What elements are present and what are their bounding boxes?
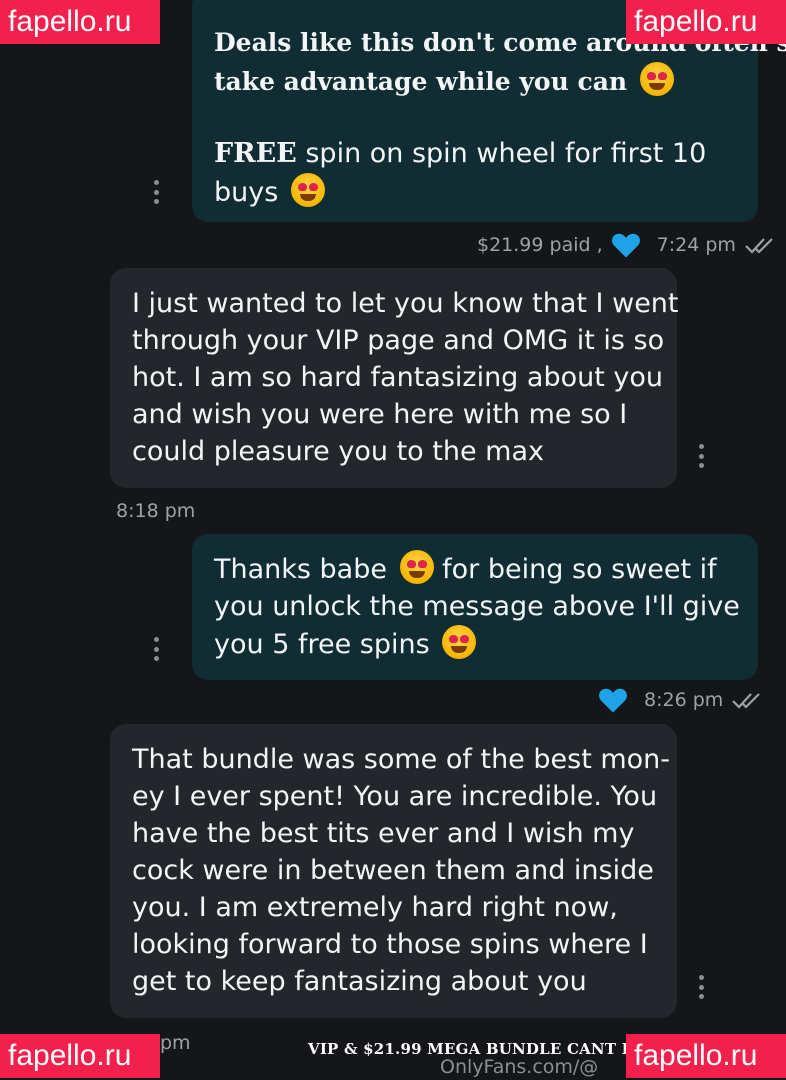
message-text: you 5 free spins [214,629,430,660]
heart-eyes-cat-emoji-icon [399,550,434,584]
message-options-icon[interactable] [153,637,159,661]
message-text-line: have the best tits ever and I wish my [132,818,635,849]
watermark-logo: fapello.ru [626,1034,786,1078]
message-text-line: and wish you were here with me so I [132,399,628,430]
message-3-meta: 8:26 pm [598,686,765,714]
watermark-logo: fapello.ru [626,0,786,44]
onlyfans-url: OnlyFans.com/@ [440,1056,599,1078]
watermark-logo: fapello.ru [0,1034,160,1078]
message-text-line: take advantage while you can [214,67,628,96]
outgoing-message-3: Thanks babe for being so sweet if you un… [192,534,758,680]
incoming-message-4: That bundle was some of the best mon- ey… [110,724,677,1018]
message-text: Thanks babe [214,554,387,585]
message-options-icon[interactable] [698,975,704,999]
message-text-line: looking forward to those spins where I [132,929,648,960]
promo-text: spin on spin wheel for first 10 [296,138,707,169]
heart-eyes-emoji-icon [290,173,325,207]
promo-text-line2: buys [214,177,279,208]
liked-heart-icon[interactable] [611,231,641,259]
message-text-line: ey I ever spent! You are incredible. You [132,781,658,812]
message-text-line: hot. I am so hard fantasizing about you [132,362,663,393]
message-time: pm [160,1032,191,1054]
message-text-line: That bundle was some of the best mon- [132,744,671,775]
price-paid-label: $21.99 paid , [477,234,603,256]
message-text: for being so sweet if [433,554,717,585]
message-time: 8:26 pm [644,689,724,711]
star-struck-emoji-icon [639,62,674,96]
promo-free-label: FREE [214,138,297,169]
message-text-line: you. I am extremely hard right now, [132,892,618,923]
liked-heart-icon[interactable] [598,686,628,714]
message-1-meta: $21.99 paid , 7:24 pm [477,231,778,259]
message-options-icon[interactable] [698,444,704,468]
incoming-message-2: I just wanted to let you know that I wen… [110,268,679,488]
message-time: 8:18 pm [116,500,196,522]
watermark-logo: fapello.ru [0,0,160,44]
read-checkmarks-icon [732,693,761,709]
read-checkmarks-icon [745,238,773,254]
message-text-line: get to keep fantasizing about you [132,966,587,997]
message-time: 7:24 pm [656,234,736,256]
message-text-line: through your VIP page and OMG it is so [132,325,665,356]
smiling-face-with-hearts-emoji-icon [442,625,477,659]
message-text-line: I just wanted to let you know that I wen… [132,288,679,319]
message-text-line: you unlock the message above I'll give [214,591,740,622]
message-options-icon[interactable] [153,180,159,204]
message-text-line: cock were in between them and inside [132,855,654,886]
message-text-line: could pleasure you to the max [132,436,544,467]
